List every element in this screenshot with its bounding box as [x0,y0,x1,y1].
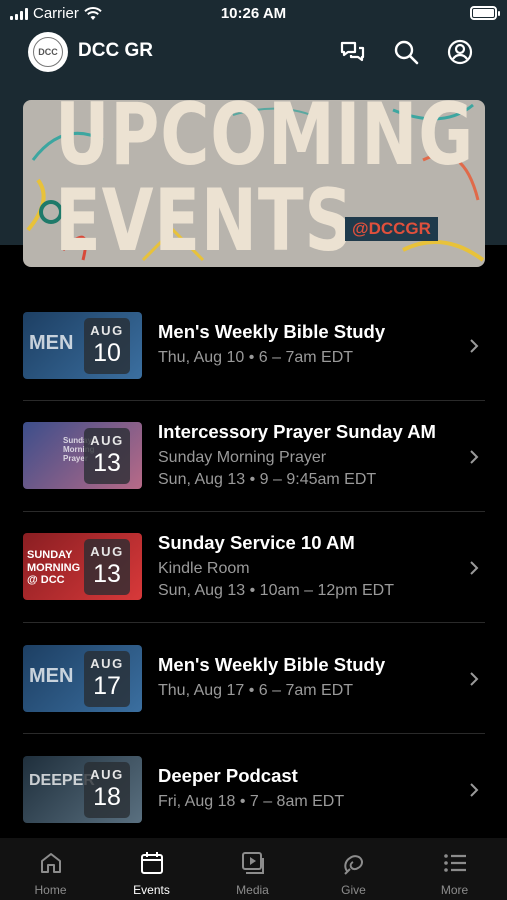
event-details: Men's Weekly Bible Study Thu, Aug 17 • 6… [158,654,458,700]
event-thumbnail: Sunday Morning Prayer AUG 13 [23,422,142,489]
thumbnail-text: SUNDAY MORNING @ DCC [27,549,81,587]
event-title: Men's Weekly Bible Study [158,654,386,675]
event-thumbnail: SUNDAY MORNING @ DCC AUG 13 [23,533,142,600]
chevron-right-icon [469,782,479,798]
date-day: 10 [93,339,121,367]
date-day: 13 [93,560,121,588]
date-month: AUG [90,433,124,448]
event-datetime: Sun, Aug 13 • 10am – 12pm EDT [158,582,394,599]
event-row[interactable]: Sunday Morning Prayer AUG 13 Intercessor… [23,401,485,512]
event-subtitle: Kindle Room [158,560,250,577]
give-icon [343,855,363,875]
event-title: Intercessory Prayer Sunday AM [158,421,436,442]
event-title: Sunday Service 10 AM [158,532,355,553]
event-title: Deeper Podcast [158,765,298,786]
event-row[interactable]: MEN AUG 10 Men's Weekly Bible Study Thu,… [23,290,485,401]
chat-icon[interactable] [338,38,366,66]
date-month: AUG [90,767,124,782]
tab-events[interactable]: Events [101,838,202,900]
events-list: MEN AUG 10 Men's Weekly Bible Study Thu,… [23,290,485,845]
event-title: Men's Weekly Bible Study [158,321,386,342]
date-month: AUG [90,323,124,338]
tab-more[interactable]: More [404,838,505,900]
event-row[interactable]: DEEPER AUG 18 Deeper Podcast Fri, Aug 18… [23,734,485,845]
date-day: 18 [93,783,121,811]
calendar-icon [140,852,163,874]
date-day: 13 [93,449,121,477]
tab-bar: Home Events Media Give More [0,838,507,900]
home-icon [40,853,61,873]
thumbnail-text: MEN [29,665,74,687]
chevron-right-icon [469,560,479,576]
church-logo[interactable]: DCC [28,32,68,72]
event-details: Sunday Service 10 AM Kindle Room Sun, Au… [158,532,458,600]
media-icon [241,852,264,874]
event-details: Men's Weekly Bible Study Thu, Aug 10 • 6… [158,321,458,367]
tab-label: More [440,883,469,897]
date-badge: AUG 18 [84,762,130,818]
tab-give[interactable]: Give [303,838,404,900]
status-time: 10:26 AM [220,5,287,22]
date-badge: AUG 10 [84,318,130,374]
event-datetime: Thu, Aug 10 • 6 – 7am EDT [158,349,354,366]
more-icon [443,854,466,872]
banner-heading-line2: EVENTS [55,171,354,267]
event-row[interactable]: MEN AUG 17 Men's Weekly Bible Study Thu,… [23,623,485,734]
event-thumbnail: MEN AUG 17 [23,645,142,712]
date-badge: AUG 13 [84,428,130,484]
tab-label: Home [34,883,67,897]
event-subtitle: Sunday Morning Prayer [158,449,327,466]
date-month: AUG [90,544,124,559]
date-month: AUG [90,656,124,671]
thumbnail-text: MEN [29,332,74,354]
banner-handle-tag: @DCCGR [345,217,438,241]
event-datetime: Sun, Aug 13 • 9 – 9:45am EDT [158,471,377,488]
event-datetime: Fri, Aug 18 • 7 – 8am EDT [158,793,345,810]
event-thumbnail: MEN AUG 10 [23,312,142,379]
date-badge: AUG 13 [84,539,130,595]
chevron-right-icon [469,338,479,354]
app-title: DCC GR [78,40,153,61]
date-day: 17 [93,672,121,700]
event-datetime: Thu, Aug 17 • 6 – 7am EDT [158,682,354,699]
status-bar: Carrier 10:26 AM [0,0,507,28]
banner-heading-line1: UPCOMING [55,100,475,185]
chevron-right-icon [469,449,479,465]
logo-mark: DCC [33,37,63,67]
event-thumbnail: DEEPER AUG 18 [23,756,142,823]
event-details: Intercessory Prayer Sunday AM Sunday Mor… [158,421,458,489]
profile-icon[interactable] [446,38,474,66]
date-badge: AUG 17 [84,651,130,707]
search-icon[interactable] [392,38,420,66]
tab-label: Events [133,883,170,897]
upcoming-events-banner[interactable]: UPCOMING EVENTS @DCCGR [23,100,485,267]
chevron-right-icon [469,671,479,687]
tab-home[interactable]: Home [0,838,101,900]
event-row[interactable]: SUNDAY MORNING @ DCC AUG 13 Sunday Servi… [23,512,485,623]
tab-label: Give [341,883,366,897]
tab-media[interactable]: Media [202,838,303,900]
app-header: DCC DCC GR [0,30,507,76]
event-details: Deeper Podcast Fri, Aug 18 • 7 – 8am EDT [158,765,458,811]
tab-label: Media [236,883,269,897]
battery-icon [470,6,500,20]
